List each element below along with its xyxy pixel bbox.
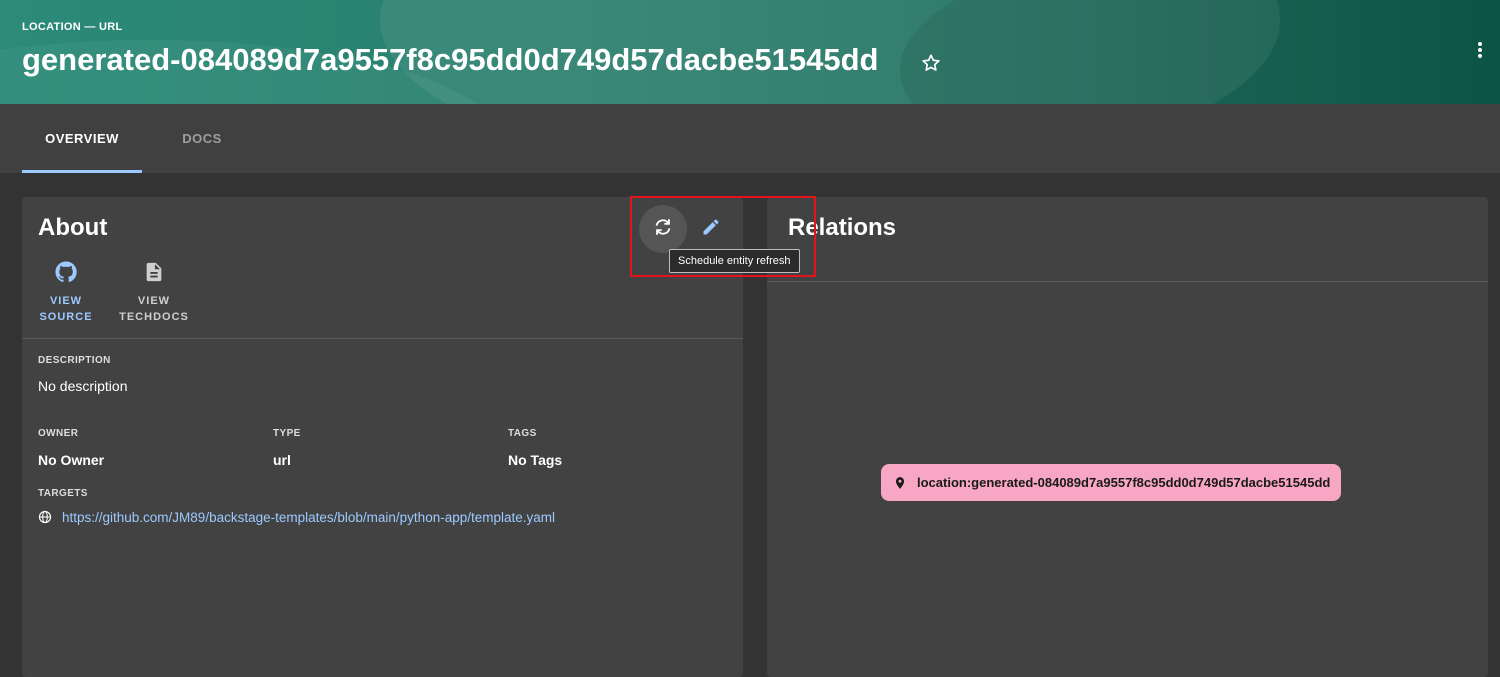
owner-label: OWNER: [38, 428, 79, 439]
globe-icon: [38, 510, 54, 526]
view-source-label: VIEW SOURCE: [39, 295, 93, 323]
document-icon: [143, 260, 165, 289]
star-icon[interactable]: [920, 52, 942, 74]
annotation-highlight-box: [630, 196, 816, 277]
tab-bar: OVERVIEW DOCS: [0, 104, 1500, 173]
more-vertical-icon[interactable]: [1470, 38, 1490, 62]
relation-graph-node[interactable]: location:generated-084089d7a9557f8c95dd0…: [881, 464, 1342, 501]
tab-overview[interactable]: OVERVIEW: [22, 104, 142, 173]
relations-divider: [767, 281, 1488, 282]
github-icon: [54, 260, 78, 289]
entity-kind-label: LOCATION — URL: [22, 21, 123, 33]
entity-header: LOCATION — URL generated-084089d7a9557f8…: [0, 0, 1500, 104]
type-label: TYPE: [273, 428, 301, 439]
targets-label: TARGETS: [38, 488, 88, 499]
header-wave-decoration: [900, 0, 1500, 104]
about-title: About: [38, 214, 108, 241]
view-techdocs-label: VIEW TECHDOCS: [119, 295, 189, 323]
relations-card: Relations location:generated-084089d7a95…: [767, 197, 1488, 677]
entity-title: generated-084089d7a9557f8c95dd0d749d57da…: [22, 42, 879, 77]
tags-value: No Tags: [508, 452, 563, 468]
description-value: No description: [38, 378, 128, 394]
tags-label: TAGS: [508, 428, 537, 439]
tab-docs[interactable]: DOCS: [142, 104, 262, 173]
tab-selected-indicator: [22, 170, 142, 173]
view-techdocs-link[interactable]: VIEW TECHDOCS: [114, 260, 194, 325]
description-label: DESCRIPTION: [38, 355, 111, 366]
location-pin-icon: [893, 476, 907, 490]
target-url-link[interactable]: https://github.com/JM89/backstage-templa…: [62, 510, 555, 525]
type-value: url: [273, 452, 291, 468]
about-divider: [22, 338, 743, 339]
relation-node-label: location:generated-084089d7a9557f8c95dd0…: [917, 475, 1331, 490]
view-source-link[interactable]: VIEW SOURCE: [36, 260, 96, 325]
owner-value: No Owner: [38, 452, 105, 468]
